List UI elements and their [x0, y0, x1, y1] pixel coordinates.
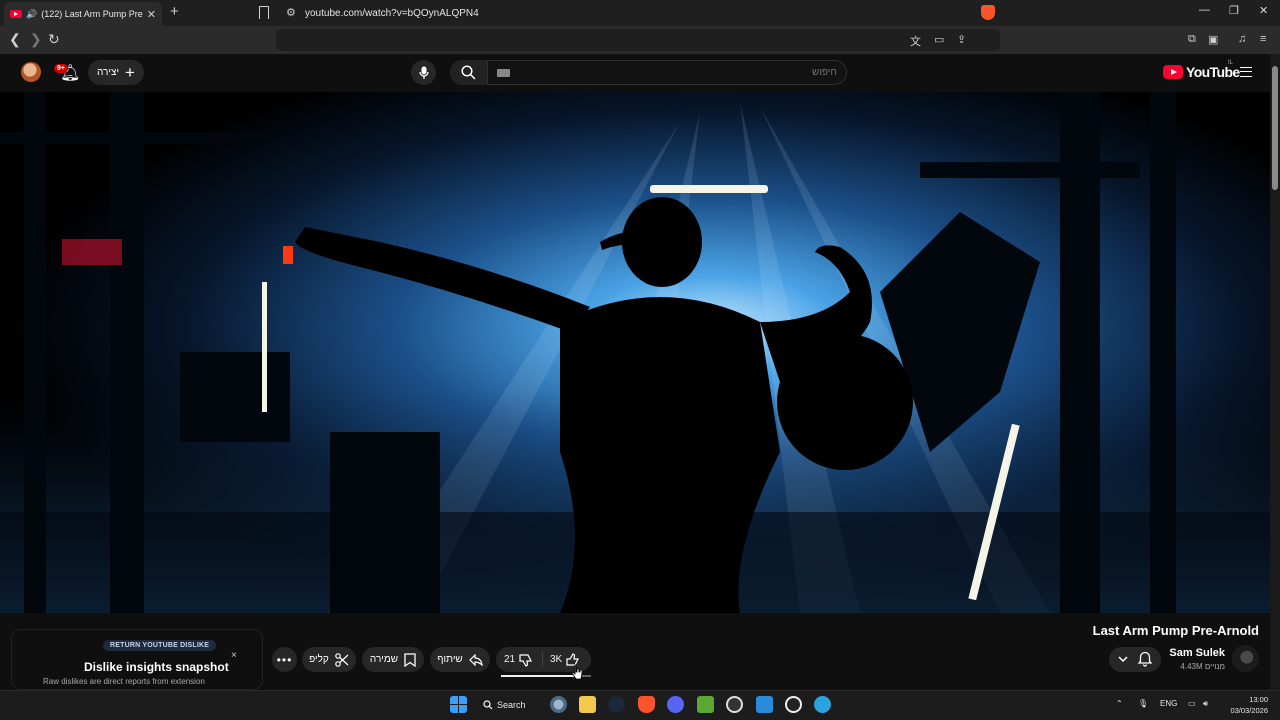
window-close-icon[interactable]: ✕	[1259, 4, 1268, 17]
subscription-notifications-button[interactable]	[1109, 647, 1161, 672]
ryd-close-icon[interactable]: ×	[231, 650, 237, 661]
more-icon: •••	[276, 652, 293, 667]
like-count: 3K	[550, 654, 563, 665]
scissors-icon	[335, 652, 349, 667]
extensions-icon[interactable]: ⧉	[1188, 33, 1196, 46]
notification-badge: 9+	[54, 64, 68, 73]
menu-icon[interactable]: ≡	[1260, 33, 1266, 45]
telegram-icon[interactable]	[814, 696, 831, 713]
tray-overflow-icon[interactable]: ⌃	[1116, 699, 1123, 708]
network-icon[interactable]: ▭	[1188, 699, 1196, 708]
screen: 🔊 (122) Last Arm Pump Pre-Arn ✕ + — ❐ ✕ …	[0, 0, 1280, 720]
plus-icon: +	[125, 63, 135, 82]
clip-button[interactable]: קליפ	[302, 647, 356, 672]
save-button[interactable]: שמירה	[362, 647, 424, 672]
like-ratio-fill	[501, 675, 580, 677]
search-button[interactable]	[450, 60, 488, 85]
cast-icon[interactable]: ▭	[934, 33, 944, 46]
ryd-subtitle: Raw dislikes are direct reports from ext…	[43, 677, 205, 686]
channel-name[interactable]: Sam Sulek	[1169, 647, 1225, 659]
video-title: Last Arm Pump Pre-Arnold	[1092, 623, 1259, 638]
taskbar-clock[interactable]: 13:00 03/03/2026	[1226, 694, 1268, 716]
url-text[interactable]: youtube.com/watch?v=bQOynALQPN4	[305, 8, 479, 19]
tab-title: (122) Last Arm Pump Pre-Arn	[41, 9, 143, 19]
scrollbar-thumb[interactable]	[1272, 66, 1278, 190]
dislike-button[interactable]: 21	[504, 647, 533, 672]
address-bar[interactable]	[276, 29, 1000, 51]
minimize-icon[interactable]: —	[1199, 4, 1210, 16]
photos-icon[interactable]	[756, 696, 773, 713]
reload-icon[interactable]: ↻	[48, 31, 60, 48]
user-avatar[interactable]	[21, 62, 41, 82]
minecraft-icon[interactable]	[697, 696, 714, 713]
share-button[interactable]: שיתוף	[430, 647, 490, 672]
voice-search-button[interactable]	[411, 60, 436, 85]
subscriber-count: 4.43M מנויים	[1180, 662, 1225, 671]
bookmark-save-icon	[404, 652, 416, 667]
browser-tab[interactable]: 🔊 (122) Last Arm Pump Pre-Arn ✕	[4, 2, 162, 26]
microphone-icon	[418, 66, 429, 79]
back-icon[interactable]: ❮	[9, 31, 21, 48]
thumbs-down-icon	[519, 653, 533, 667]
site-settings-icon[interactable]: ⚙	[286, 6, 296, 19]
taskbar-search-icon	[483, 699, 493, 709]
channel-avatar[interactable]	[1232, 645, 1259, 672]
video-player[interactable]	[0, 92, 1270, 613]
brave-taskbar-icon[interactable]	[638, 696, 655, 713]
mic-tray-icon[interactable]: 🎙︎	[1138, 699, 1148, 708]
share-page-icon[interactable]: ⇪	[957, 33, 966, 46]
save-label: שמירה	[369, 654, 399, 665]
clock-date: 03/03/2026	[1230, 706, 1268, 715]
obs-icon[interactable]	[726, 696, 743, 713]
country-code: IL	[1228, 60, 1234, 66]
browser-toolbar: ❮ ❯ ↻ 文 ▭ ⇪ ⧉ ▣ ♫ ≡	[0, 26, 1280, 54]
tab-close-icon[interactable]: ✕	[147, 8, 156, 21]
taskbar-search-label: Search	[497, 699, 526, 710]
youtube-wordmark: YouTube	[1186, 64, 1240, 80]
dislike-count: 21	[504, 654, 516, 665]
create-label: יצירה	[97, 67, 120, 78]
steam-icon[interactable]	[608, 696, 625, 713]
file-explorer-icon[interactable]	[579, 696, 596, 713]
restore-icon[interactable]: ❐	[1229, 4, 1239, 17]
search-icon	[461, 65, 476, 80]
discord-icon[interactable]	[667, 696, 684, 713]
more-actions-button[interactable]: •••	[272, 647, 297, 672]
guide-menu-icon[interactable]	[1240, 67, 1252, 77]
clock-time: 13:00	[1249, 695, 1268, 704]
ryd-title: Dislike insights snapshot	[84, 660, 229, 674]
ryd-badge: RETURN YOUTUBE DISLIKE	[103, 640, 217, 651]
youtube-favicon-icon	[10, 10, 22, 18]
like-divider	[542, 652, 543, 667]
taskbar-search[interactable]: Search	[483, 695, 541, 714]
sidebar-icon[interactable]: ▣	[1208, 33, 1218, 46]
speaker-icon[interactable]: 🔊	[26, 9, 37, 20]
language-indicator[interactable]: ENG	[1160, 699, 1177, 708]
search-input[interactable]	[497, 65, 837, 80]
windows-start-icon[interactable]	[450, 696, 467, 713]
davinci-icon[interactable]	[785, 696, 802, 713]
forward-icon[interactable]: ❯	[30, 31, 42, 48]
video-frame	[0, 92, 1270, 613]
brave-shield-icon[interactable]	[981, 5, 995, 20]
translate-icon[interactable]: 文	[910, 33, 921, 49]
volume-icon[interactable]: 🔊︎	[1203, 699, 1208, 709]
share-icon	[468, 653, 483, 666]
browser-tabstrip: 🔊 (122) Last Arm Pump Pre-Arn ✕ + — ❐ ✕	[0, 0, 1280, 26]
clip-label: קליפ	[309, 654, 329, 665]
media-icon[interactable]: ♫	[1238, 33, 1246, 45]
create-button[interactable]: יצירה +	[88, 60, 144, 85]
settings-app-icon[interactable]	[550, 696, 567, 713]
youtube-logo[interactable]: YouTube IL	[1163, 60, 1240, 80]
share-label: שיתוף	[437, 654, 463, 665]
bookmark-icon[interactable]	[259, 6, 269, 19]
bell-chevron-icons	[1118, 651, 1153, 667]
mouse-cursor	[572, 664, 582, 680]
youtube-play-icon	[1163, 65, 1183, 79]
new-tab-icon[interactable]: +	[170, 3, 179, 20]
